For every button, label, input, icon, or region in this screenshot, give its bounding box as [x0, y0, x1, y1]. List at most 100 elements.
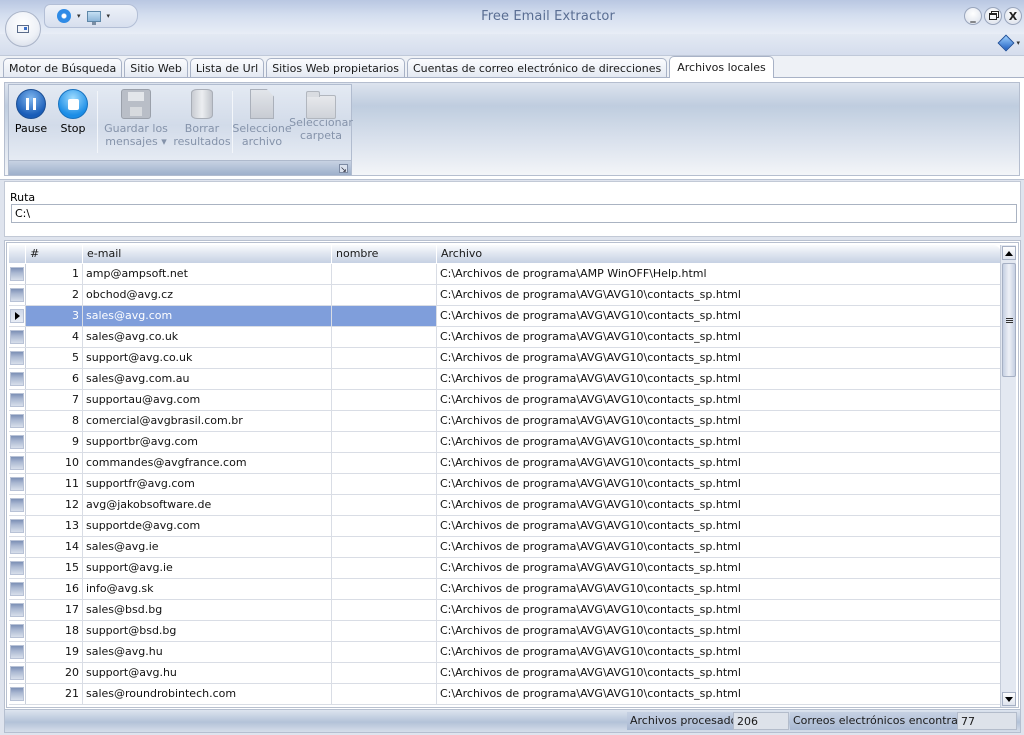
- tab-cuentas-de-correo[interactable]: Cuentas de correo electrónico de direcci…: [406, 58, 668, 77]
- cell-number[interactable]: 17: [26, 600, 83, 620]
- cell-file[interactable]: C:\Archivos de programa\AVG\AVG10\contac…: [437, 453, 1001, 473]
- save-messages-button[interactable]: Guardar los mensajes ▾: [103, 87, 169, 148]
- clear-results-button[interactable]: Borrar resultados: [173, 87, 231, 148]
- cell-email[interactable]: sales@avg.com.au: [83, 369, 332, 389]
- cell-number[interactable]: 11: [26, 474, 83, 494]
- cell-file[interactable]: C:\Archivos de programa\AVG\AVG10\contac…: [437, 642, 1001, 662]
- row-indicator[interactable]: [9, 411, 26, 431]
- row-indicator[interactable]: [9, 348, 26, 368]
- cell-name[interactable]: [332, 285, 437, 305]
- table-row[interactable]: 17 sales@bsd.bg C:\Archivos de programa\AV…: [9, 600, 1001, 621]
- gear-dropdown-icon[interactable]: ▾: [77, 12, 81, 20]
- table-row[interactable]: 14 sales@avg.ie C:\Archivos de programa\AV…: [9, 537, 1001, 558]
- table-row[interactable]: 10 commandes@avgfrance.com C:\Archivos de …: [9, 453, 1001, 474]
- cell-email[interactable]: sales@avg.com: [83, 306, 332, 326]
- cell-email[interactable]: amp@ampsoft.net: [83, 264, 332, 284]
- close-button[interactable]: X: [1004, 7, 1022, 25]
- cell-name[interactable]: [332, 264, 437, 284]
- cell-name[interactable]: [332, 411, 437, 431]
- cell-number[interactable]: 13: [26, 516, 83, 536]
- cell-name[interactable]: [332, 621, 437, 641]
- tab-archivos-locales[interactable]: Archivos locales: [669, 56, 774, 78]
- cell-number[interactable]: 2: [26, 285, 83, 305]
- header-email[interactable]: e-mail: [83, 245, 332, 263]
- row-indicator[interactable]: [9, 327, 26, 347]
- cell-name[interactable]: [332, 474, 437, 494]
- cell-number[interactable]: 7: [26, 390, 83, 410]
- restore-button[interactable]: [984, 7, 1002, 25]
- cell-name[interactable]: [332, 537, 437, 557]
- path-input[interactable]: [11, 204, 1017, 223]
- cell-email[interactable]: supportde@avg.com: [83, 516, 332, 536]
- cell-number[interactable]: 1: [26, 264, 83, 284]
- select-folder-button[interactable]: Seleccionar carpeta: [289, 87, 353, 142]
- cell-number[interactable]: 16: [26, 579, 83, 599]
- table-row[interactable]: 18 support@bsd.bg C:\Archivos de programa\…: [9, 621, 1001, 642]
- cell-name[interactable]: [332, 390, 437, 410]
- table-row[interactable]: 19 sales@avg.hu C:\Archivos de programa\AV…: [9, 642, 1001, 663]
- cell-file[interactable]: C:\Archivos de programa\AVG\AVG10\contac…: [437, 306, 1001, 326]
- cell-file[interactable]: C:\Archivos de programa\AVG\AVG10\contac…: [437, 579, 1001, 599]
- table-row[interactable]: 9 supportbr@avg.com C:\Archivos de program…: [9, 432, 1001, 453]
- vertical-scrollbar[interactable]: [1000, 245, 1016, 707]
- table-row[interactable]: 5 support@avg.co.uk C:\Archivos de program…: [9, 348, 1001, 369]
- cell-number[interactable]: 8: [26, 411, 83, 431]
- cell-name[interactable]: [332, 600, 437, 620]
- cell-file[interactable]: C:\Archivos de programa\AVG\AVG10\contac…: [437, 516, 1001, 536]
- gear-icon[interactable]: [57, 9, 71, 23]
- table-row[interactable]: 8 comercial@avgbrasil.com.br C:\Archivos d…: [9, 411, 1001, 432]
- scroll-thumb[interactable]: [1002, 263, 1016, 377]
- cell-number[interactable]: 18: [26, 621, 83, 641]
- cell-number[interactable]: 3: [26, 306, 83, 326]
- cell-file[interactable]: C:\Archivos de programa\AVG\AVG10\contac…: [437, 390, 1001, 410]
- row-indicator[interactable]: [9, 369, 26, 389]
- cell-file[interactable]: C:\Archivos de programa\AVG\AVG10\contac…: [437, 684, 1001, 704]
- row-indicator[interactable]: [9, 621, 26, 641]
- cell-name[interactable]: [332, 453, 437, 473]
- row-indicator[interactable]: [9, 264, 26, 284]
- cell-name[interactable]: [332, 558, 437, 578]
- cell-email[interactable]: support@bsd.bg: [83, 621, 332, 641]
- cell-name[interactable]: [332, 348, 437, 368]
- cell-file[interactable]: C:\Archivos de programa\AVG\AVG10\contac…: [437, 495, 1001, 515]
- table-row[interactable]: 3 sales@avg.com C:\Archivos de programa\AV…: [9, 306, 1001, 327]
- application-menu-button[interactable]: [5, 11, 41, 47]
- select-file-button[interactable]: Seleccione archivo: [232, 87, 292, 148]
- dialog-launcher-icon[interactable]: ↘: [339, 164, 348, 174]
- scroll-up-button[interactable]: [1002, 246, 1016, 260]
- cell-file[interactable]: C:\Archivos de programa\AVG\AVG10\contac…: [437, 348, 1001, 368]
- monitor-dropdown-icon[interactable]: ▾: [107, 12, 111, 20]
- monitor-icon[interactable]: [86, 10, 101, 25]
- cell-email[interactable]: support@avg.ie: [83, 558, 332, 578]
- header-number[interactable]: #: [26, 245, 83, 263]
- cell-email[interactable]: comercial@avgbrasil.com.br: [83, 411, 332, 431]
- tab-sitios-web-propietarios[interactable]: Sitios Web propietarios: [266, 58, 405, 77]
- cell-email[interactable]: commandes@avgfrance.com: [83, 453, 332, 473]
- cell-email[interactable]: sales@avg.co.uk: [83, 327, 332, 347]
- table-row[interactable]: 1 amp@ampsoft.net C:\Archivos de programa\…: [9, 264, 1001, 285]
- row-indicator[interactable]: [9, 558, 26, 578]
- cell-number[interactable]: 9: [26, 432, 83, 452]
- table-row[interactable]: 2 obchod@avg.cz C:\Archivos de programa\AV…: [9, 285, 1001, 306]
- cell-number[interactable]: 12: [26, 495, 83, 515]
- table-row[interactable]: 20 support@avg.hu C:\Archivos de programa\…: [9, 663, 1001, 684]
- row-indicator[interactable]: [9, 642, 26, 662]
- cell-email[interactable]: sales@avg.ie: [83, 537, 332, 557]
- cell-email[interactable]: sales@roundrobintech.com: [83, 684, 332, 704]
- cell-email[interactable]: supportau@avg.com: [83, 390, 332, 410]
- cell-file[interactable]: C:\Archivos de programa\AVG\AVG10\contac…: [437, 600, 1001, 620]
- table-row[interactable]: 13 supportde@avg.com C:\Archivos de progra…: [9, 516, 1001, 537]
- table-row[interactable]: 16 info@avg.sk C:\Archivos de programa\AVG…: [9, 579, 1001, 600]
- row-indicator[interactable]: [9, 453, 26, 473]
- cell-file[interactable]: C:\Archivos de programa\AVG\AVG10\contac…: [437, 285, 1001, 305]
- cell-email[interactable]: avg@jakobsoftware.de: [83, 495, 332, 515]
- cell-number[interactable]: 15: [26, 558, 83, 578]
- cell-file[interactable]: C:\Archivos de programa\AVG\AVG10\contac…: [437, 537, 1001, 557]
- table-row[interactable]: 7 supportau@avg.com C:\Archivos de program…: [9, 390, 1001, 411]
- tab-sitio-web[interactable]: Sitio Web: [124, 58, 188, 77]
- table-row[interactable]: 6 sales@avg.com.au C:\Archivos de programa…: [9, 369, 1001, 390]
- row-indicator[interactable]: [9, 285, 26, 305]
- cell-email[interactable]: supportbr@avg.com: [83, 432, 332, 452]
- cell-name[interactable]: [332, 516, 437, 536]
- cell-name[interactable]: [332, 684, 437, 704]
